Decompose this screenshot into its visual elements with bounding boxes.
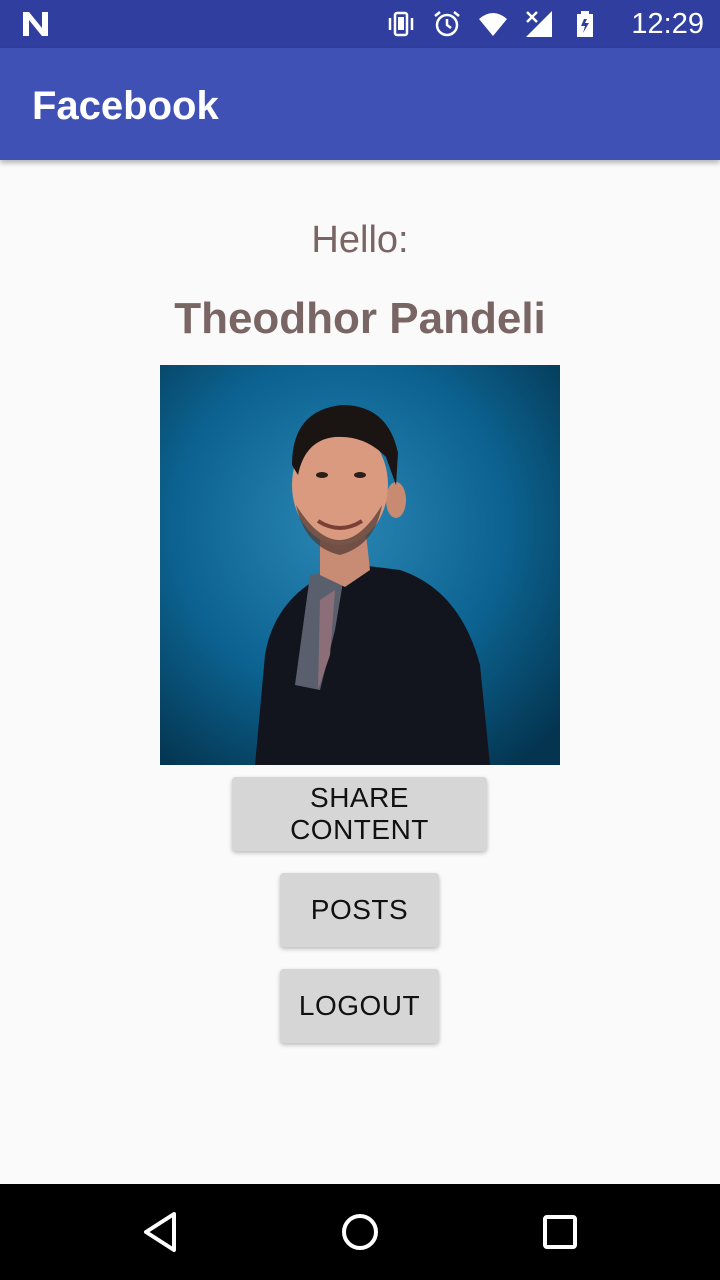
status-icons: [386, 8, 600, 40]
status-bar: 12:29: [0, 0, 720, 48]
profile-photo: [160, 365, 560, 765]
profile-photo-icon: [160, 365, 560, 765]
n-notification-icon: [23, 12, 48, 36]
posts-button[interactable]: POSTS: [280, 873, 439, 947]
navigation-bar: [0, 1184, 720, 1280]
alarm-icon: [434, 11, 460, 37]
app-title: Facebook: [32, 84, 219, 128]
wifi-icon: [479, 13, 507, 36]
logout-button[interactable]: LOGOUT: [280, 969, 439, 1043]
screen: 12:29 Facebook Hello: Theodhor Pandeli S…: [0, 0, 720, 1280]
user-name: Theodhor Pandeli: [174, 294, 546, 343]
battery-icon: [577, 11, 593, 37]
app-bar: Facebook: [0, 48, 720, 160]
status-time: 12:29: [631, 8, 704, 40]
back-icon[interactable]: [136, 1208, 184, 1256]
greeting-text: Hello:: [311, 219, 409, 261]
vibrate-icon: [388, 11, 414, 37]
recent-apps-icon[interactable]: [536, 1208, 584, 1256]
signal-icon: [526, 11, 552, 37]
share-content-button[interactable]: SHARE CONTENT: [232, 777, 487, 851]
home-icon[interactable]: [336, 1208, 384, 1256]
